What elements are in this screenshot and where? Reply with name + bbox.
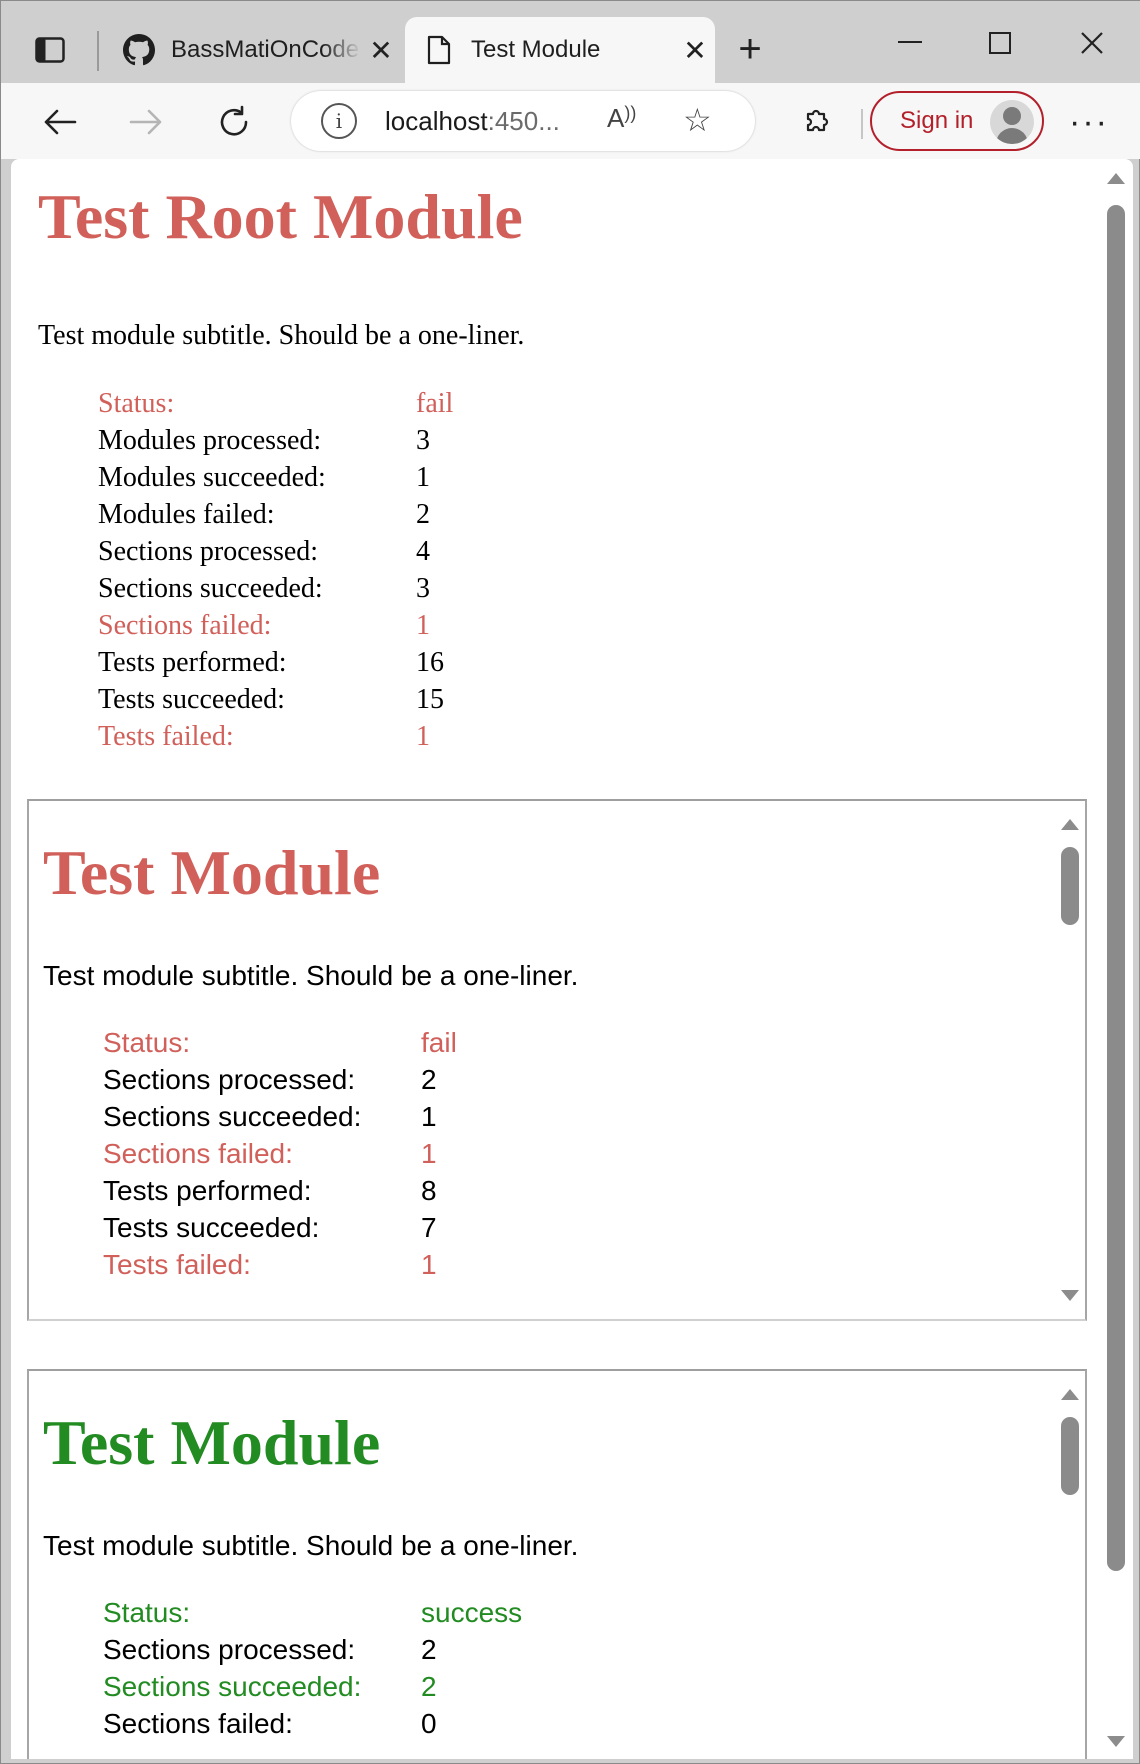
address-url[interactable]: localhost:450... (385, 106, 560, 137)
address-bar[interactable]: i localhost:450... A)) ☆ (291, 91, 755, 151)
frame-scroll-up-arrow[interactable] (1061, 819, 1079, 830)
tab-title: Test Module (471, 36, 601, 63)
window-close-icon[interactable] (1057, 23, 1127, 63)
stat-value: 1 (421, 1101, 437, 1132)
stat-value: 15 (416, 684, 444, 715)
stat-label: Sections succeeded: (103, 1101, 362, 1132)
maximize-icon[interactable] (965, 23, 1035, 63)
page-scroll-up-arrow[interactable] (1107, 173, 1125, 184)
stat-label: Tests failed: (98, 721, 234, 752)
page-icon (419, 35, 459, 65)
stat-value: 1 (416, 462, 430, 493)
stat-label: Sections processed: (103, 1064, 356, 1095)
sign-in-label: Sign in (900, 107, 974, 134)
stat-label: Tests failed: (103, 1249, 251, 1280)
close-tab-icon[interactable]: ✕ (361, 34, 401, 67)
sign-in-button[interactable]: Sign in (870, 91, 1044, 151)
tab-bassmationcode[interactable]: BassMatiOnCode ✕ (105, 17, 401, 83)
stat-value: 2 (421, 1064, 437, 1095)
module-1-stats-table: Status: fail Sections processed: 2 Secti… (103, 1025, 703, 1285)
module-1-title: Test Module (43, 837, 381, 908)
new-tab-icon[interactable]: + (729, 29, 771, 71)
forward-arrow-icon[interactable] (121, 97, 171, 147)
root-module-title: Test Root Module (38, 181, 523, 252)
site-info-icon[interactable]: i (321, 103, 357, 139)
stat-label: Status: (103, 1597, 191, 1628)
stat-label: Sections failed: (98, 610, 272, 641)
stat-label: Tests performed: (98, 647, 287, 678)
frame-scroll-up-arrow[interactable] (1061, 1389, 1079, 1400)
module-frame-2[interactable]: Test Module Test module subtitle. Should… (27, 1369, 1087, 1759)
browser-window: BassMatiOnCode ✕ Test Module ✕ + i local… (0, 0, 1140, 1764)
stat-value: 8 (421, 1175, 437, 1206)
sidebar-toggle-icon[interactable] (31, 33, 69, 67)
extensions-icon[interactable] (791, 97, 841, 147)
toolbar-separator (861, 109, 863, 139)
reload-icon[interactable] (209, 97, 259, 147)
url-rest: :450... (487, 105, 560, 136)
stat-label: Modules succeeded: (98, 462, 326, 493)
stat-value: fail (416, 388, 454, 419)
stat-value: 1 (416, 721, 430, 752)
stat-value: 1 (416, 610, 430, 641)
stat-label: Sections failed: (103, 1708, 293, 1739)
stat-value: 7 (421, 1212, 437, 1243)
favorite-star-icon[interactable]: ☆ (683, 101, 712, 139)
stat-label: Sections failed: (103, 1138, 293, 1169)
avatar-icon (990, 100, 1034, 144)
stat-label: Tests succeeded: (103, 1212, 320, 1243)
stat-value: 1 (421, 1138, 437, 1169)
stat-value: 1 (421, 1249, 437, 1280)
stat-label: Tests succeeded: (98, 684, 285, 715)
stat-value: 3 (416, 573, 430, 604)
stat-label: Tests performed: (103, 1175, 312, 1206)
minimize-icon[interactable] (875, 23, 945, 63)
tab-strip: BassMatiOnCode ✕ Test Module ✕ + (1, 1, 1140, 83)
module-1-subtitle: Test module subtitle. Should be a one-li… (43, 960, 579, 991)
stat-value: 3 (416, 425, 430, 456)
url-host: localhost (385, 105, 488, 136)
read-aloud-icon[interactable]: A)) (607, 103, 636, 134)
root-module-subtitle: Test module subtitle. Should be a one-li… (38, 320, 525, 351)
stat-label: Sections succeeded: (98, 573, 323, 604)
github-icon (119, 34, 159, 66)
stat-value: fail (421, 1027, 457, 1058)
close-tab-icon[interactable]: ✕ (675, 34, 715, 67)
stat-value: success (421, 1597, 523, 1628)
stat-label: Sections processed: (103, 1634, 356, 1665)
tab-title: BassMatiOnCode (171, 36, 360, 63)
root-stats-table: Status: fail Modules processed: 3 Module… (98, 386, 698, 766)
page-scrollbar-thumb[interactable] (1107, 205, 1125, 1571)
stat-label: Status: (103, 1027, 191, 1058)
module-frame-1[interactable]: Test Module Test module subtitle. Should… (27, 799, 1087, 1321)
more-options-icon[interactable]: ··· (1069, 103, 1109, 142)
page-viewport: Test Root Module Test module subtitle. S… (11, 159, 1133, 1759)
frame-scroll-down-arrow[interactable] (1061, 1290, 1079, 1301)
stat-label: Sections processed: (98, 536, 319, 567)
stat-value: 2 (421, 1634, 437, 1665)
stat-value: 16 (416, 647, 444, 678)
stat-label: Sections succeeded: (103, 1671, 362, 1702)
module-2-title: Test Module (43, 1407, 381, 1478)
browser-toolbar: i localhost:450... A)) ☆ Sign in ··· (1, 83, 1140, 159)
stat-value: 2 (416, 499, 430, 530)
back-arrow-icon[interactable] (35, 97, 85, 147)
page-scroll-down-arrow[interactable] (1107, 1736, 1125, 1747)
stat-label: Status: (98, 388, 175, 419)
stat-label: Modules processed: (98, 425, 322, 456)
frame-scrollbar-thumb[interactable] (1061, 1417, 1079, 1495)
module-2-stats-table: Status: success Sections processed: 2 Se… (103, 1595, 703, 1755)
frame-scrollbar-thumb[interactable] (1061, 847, 1079, 925)
stat-value: 2 (421, 1671, 437, 1702)
module-2-subtitle: Test module subtitle. Should be a one-li… (43, 1530, 579, 1561)
stat-value: 0 (421, 1708, 437, 1739)
tab-separator (97, 31, 99, 71)
tab-test-module[interactable]: Test Module ✕ (405, 17, 715, 83)
stat-label: Modules failed: (98, 499, 275, 530)
stat-value: 4 (416, 536, 430, 567)
